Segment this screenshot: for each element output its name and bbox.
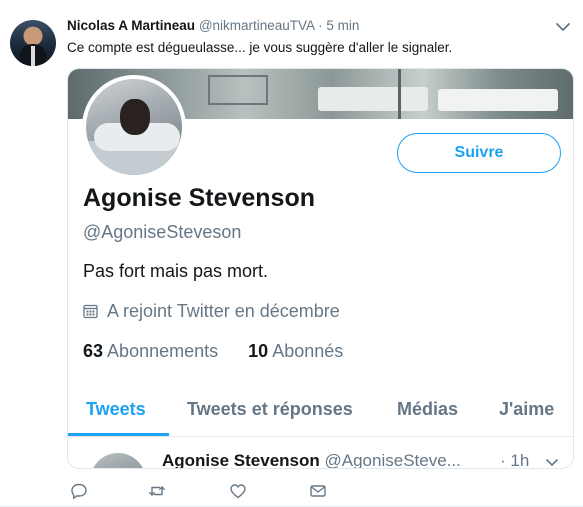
following-stat[interactable]: 63 Abonnements [83,341,223,361]
author-handle[interactable]: @nikmartineauTVA [199,18,315,33]
quoted-profile-card[interactable]: Suivre Agonise Stevenson @AgoniseSteveso… [67,68,574,469]
tab-tweets-and-replies[interactable]: Tweets et réponses [187,399,353,420]
profile-name[interactable]: Agonise Stevenson [83,184,315,213]
author-name[interactable]: Nicolas A Martineau [67,18,195,33]
inner-tweet-time[interactable]: · 1h [500,451,529,468]
author-avatar[interactable] [10,20,56,66]
active-tab-indicator [68,433,169,436]
follow-button[interactable]: Suivre [397,133,561,173]
avatar-face-shape [120,99,150,135]
tweet-actions [70,482,370,502]
profile-stats: 63 Abonnements 10 Abonnés [83,341,343,362]
tab-media[interactable]: Médias [397,399,458,420]
following-label: Abonnements [107,341,219,361]
followers-count: 10 [248,341,269,361]
tweet[interactable]: Nicolas A Martineau @nikmartineauTVA · 5… [0,0,583,507]
followers-stat[interactable]: 10 Abonnés [248,341,343,361]
inner-tweet-header: Agonise Stevenson @AgoniseSteve... [162,451,461,468]
tweet-time[interactable]: 5 min [326,18,359,33]
joined-label: A rejoint Twitter en décembre [107,301,340,321]
profile-tweet-preview[interactable]: Agonise Stevenson @AgoniseSteve... · 1h [68,437,573,469]
inner-tweet-avatar[interactable] [90,453,146,468]
tweet-header: Nicolas A Martineau @nikmartineauTVA · 5… [67,18,359,33]
banner-bed-shape [438,89,558,111]
joined-date: A rejoint Twitter en décembre [83,301,340,322]
followers-label: Abonnés [272,341,344,361]
avatar-shirt-shape [31,46,35,66]
profile-bio: Pas fort mais pas mort. [83,261,269,281]
reply-icon[interactable] [70,482,88,500]
profile-handle[interactable]: @AgoniseSteveson [83,222,241,243]
chevron-down-icon[interactable] [545,457,559,469]
inner-tweet-handle[interactable]: @AgoniseSteve... [325,451,461,468]
chevron-down-icon[interactable] [555,20,571,34]
calendar-icon [83,304,98,319]
banner-shelf-shape [208,75,268,105]
inner-tweet-name[interactable]: Agonise Stevenson [162,451,320,468]
like-icon[interactable] [229,482,247,500]
tweet-text: Ce compte est dégueulasse... je vous sug… [67,40,453,55]
profile-tabs: Tweets Tweets et réponses Médias J'aime [68,387,573,437]
banner-pole-shape [398,69,401,119]
separator-dot: · [318,18,323,33]
tab-tweets[interactable]: Tweets [86,399,146,420]
retweet-icon[interactable] [148,482,166,500]
following-count: 63 [83,341,104,361]
tab-likes[interactable]: J'aime [499,399,554,420]
profile-avatar[interactable] [82,75,186,179]
message-icon[interactable] [309,482,327,500]
banner-bed-shape [318,87,428,111]
